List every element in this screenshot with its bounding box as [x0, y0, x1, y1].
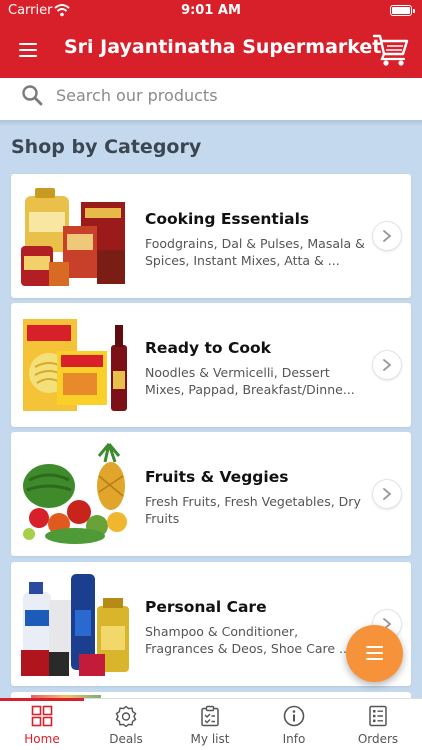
- personal-care-image: [21, 574, 129, 676]
- tab-label: Orders: [357, 732, 399, 746]
- battery-icon: [390, 5, 415, 16]
- category-card-fruits-veggies[interactable]: Fruits & Veggies Fresh Fruits, Fresh Veg…: [11, 432, 411, 556]
- shopping-cart-icon: [372, 34, 409, 66]
- chevron-right-icon: [383, 488, 392, 500]
- fruits-veggies-image: [23, 443, 127, 544]
- tab-label: My list: [190, 732, 230, 746]
- app-header: Sri Jayantinatha Supermarket: [0, 22, 422, 78]
- cart-button[interactable]: [372, 32, 410, 68]
- category-card-ready-to-cook[interactable]: Ready to Cook Noodles & Vermicelli, Dess…: [11, 303, 411, 427]
- orders-icon: [369, 705, 387, 727]
- tab-label: Info: [282, 732, 306, 746]
- category-title: Personal Care: [145, 598, 267, 616]
- tab-home[interactable]: Home: [0, 698, 84, 750]
- search-divider: [0, 120, 422, 126]
- tab-my-list[interactable]: My list: [168, 699, 252, 750]
- category-title: Cooking Essentials: [145, 210, 310, 228]
- chevron-right-icon: [383, 359, 392, 371]
- open-category-button[interactable]: [373, 351, 401, 379]
- clipboard-icon: [201, 705, 219, 727]
- tab-orders[interactable]: Orders: [336, 699, 420, 750]
- tab-label: Home: [24, 732, 60, 746]
- active-tab-indicator: [0, 698, 84, 701]
- badge-icon: [115, 705, 137, 727]
- ready-to-cook-image: [23, 319, 127, 411]
- grid-icon: [31, 705, 53, 727]
- tab-deals[interactable]: Deals: [84, 699, 168, 750]
- category-description: Foodgrains, Dal & Pulses, Masala & Spice…: [145, 236, 365, 268]
- category-title: Fruits & Veggies: [145, 468, 289, 486]
- store-title: Sri Jayantinatha Supermarket: [64, 36, 382, 58]
- cooking-essentials-image: [21, 188, 125, 286]
- category-title: Ready to Cook: [145, 339, 271, 357]
- search-input[interactable]: [56, 82, 396, 108]
- category-description: Noodles & Vermicelli, Dessert Mixes, Pap…: [145, 365, 355, 397]
- section-title: Shop by Category: [11, 136, 202, 158]
- search-icon: [22, 85, 43, 106]
- hamburger-menu-button[interactable]: [14, 36, 42, 64]
- tab-info[interactable]: Info: [252, 699, 336, 750]
- category-description: Fresh Fruits, Fresh Vegetables, Dry Frui…: [145, 494, 361, 526]
- category-card-cooking-essentials[interactable]: Cooking Essentials Foodgrains, Dal & Pul…: [11, 174, 411, 298]
- bottom-tab-bar: Home Deals My list Info Orders: [0, 698, 422, 750]
- clock: 9:01 AM: [181, 3, 241, 18]
- chevron-right-icon: [383, 230, 392, 242]
- search-bar: [0, 78, 422, 120]
- info-icon: [283, 705, 305, 727]
- open-category-button[interactable]: [373, 222, 401, 250]
- category-description: Shampoo & Conditioner, Fragrances & Deos…: [145, 624, 351, 656]
- open-category-button[interactable]: [373, 480, 401, 508]
- tab-label: Deals: [109, 732, 143, 746]
- status-bar: Carrier 9:01 AM: [0, 0, 422, 22]
- floating-menu-button[interactable]: [346, 625, 403, 682]
